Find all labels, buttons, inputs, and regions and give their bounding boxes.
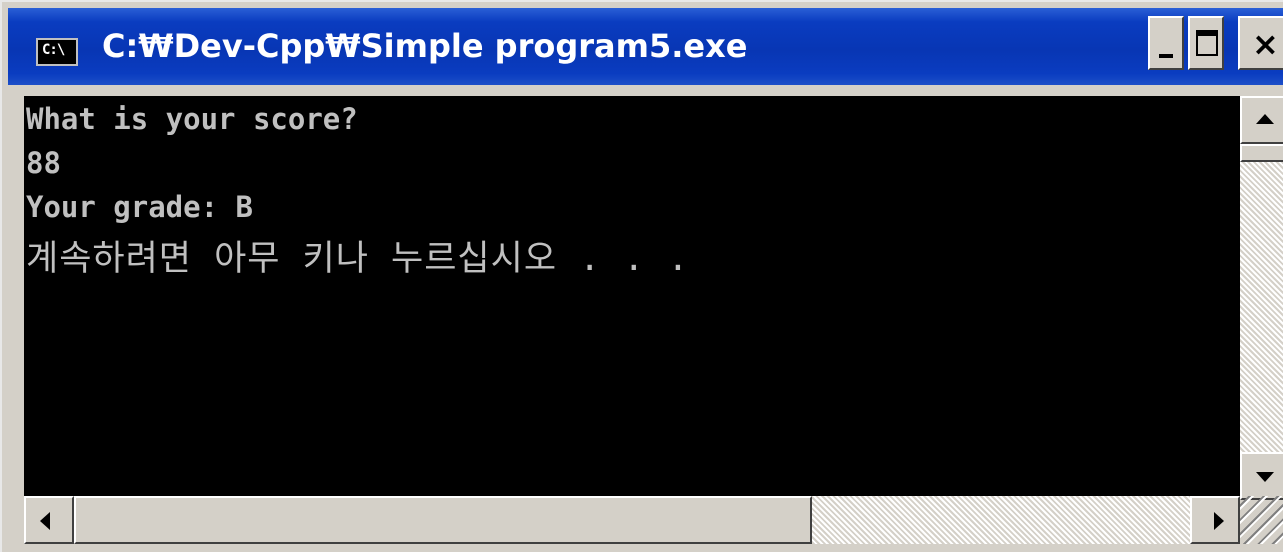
scroll-right-button[interactable] [1190, 496, 1240, 544]
resize-grip[interactable] [1240, 496, 1283, 544]
console-line: 88 [26, 146, 61, 180]
maximize-icon [1196, 30, 1218, 56]
console-icon[interactable]: C:\ [36, 38, 78, 66]
minimize-icon [1159, 54, 1173, 58]
arrow-up-icon [1256, 114, 1274, 124]
maximize-button[interactable] [1188, 16, 1224, 70]
scroll-up-button[interactable] [1240, 96, 1283, 144]
horizontal-scroll-thumb[interactable] [74, 496, 812, 544]
title-bar[interactable]: C:\ C:₩Dev-Cpp₩Simple program5.exe [8, 8, 1283, 85]
horizontal-scrollbar[interactable] [24, 496, 1240, 544]
console-icon-label: C:\ [42, 42, 65, 58]
console-line: 계속하려면 아무 키나 누르십시오 . . . [26, 239, 690, 279]
minimize-button[interactable] [1148, 16, 1184, 70]
console-line: What is your score? [26, 102, 358, 136]
scroll-down-button[interactable] [1240, 452, 1283, 500]
console-output[interactable]: What is your score? 88 Your grade: B 계속하… [24, 96, 1240, 496]
arrow-down-icon [1256, 472, 1274, 482]
vertical-scrollbar[interactable] [1240, 96, 1283, 500]
close-icon: × [1252, 25, 1279, 63]
window-title: C:₩Dev-Cpp₩Simple program5.exe [102, 27, 748, 65]
scroll-left-button[interactable] [24, 496, 74, 544]
arrow-left-icon [40, 512, 50, 530]
vertical-scroll-thumb[interactable] [1240, 144, 1283, 162]
close-button[interactable]: × [1238, 16, 1283, 70]
arrow-right-icon [1214, 512, 1224, 530]
console-line: Your grade: B [26, 190, 253, 224]
vertical-scroll-track[interactable] [1240, 144, 1283, 452]
console-window: C:\ C:₩Dev-Cpp₩Simple program5.exe × Wha… [0, 0, 1283, 552]
